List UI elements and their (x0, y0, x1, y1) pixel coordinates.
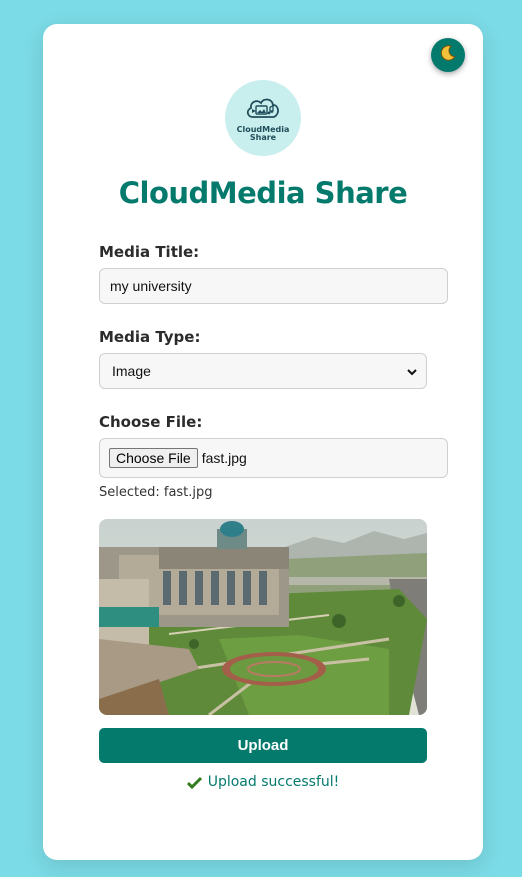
upload-button[interactable]: Upload (99, 728, 427, 763)
media-title-input[interactable] (99, 268, 448, 304)
media-type-select[interactable]: Image (99, 353, 427, 389)
selected-file-text: Selected: fast.jpg (99, 485, 213, 500)
app-logo: CloudMedia Share (225, 80, 301, 156)
status-message: Upload successful! (43, 774, 483, 790)
choose-file-label: Choose File: (99, 413, 203, 431)
logo-text: CloudMedia Share (236, 124, 290, 142)
check-icon (186, 776, 202, 789)
moon-icon (439, 44, 457, 66)
upload-card: CloudMedia Share CloudMedia Share Media … (43, 24, 483, 860)
file-input: Choose File fast.jpg (99, 438, 448, 478)
image-preview (99, 519, 427, 715)
status-text: Upload successful! (207, 774, 340, 790)
media-type-label: Media Type: (99, 328, 201, 346)
file-name: fast.jpg (201, 450, 247, 466)
choose-file-button[interactable]: Choose File (109, 448, 198, 468)
media-title-label: Media Title: (99, 243, 200, 261)
media-type-selected: Image (112, 363, 151, 379)
chevron-down-icon (406, 365, 418, 381)
cloud-media-icon (243, 95, 283, 125)
theme-toggle-button[interactable] (431, 38, 465, 72)
app-title: CloudMedia Share (118, 176, 408, 210)
